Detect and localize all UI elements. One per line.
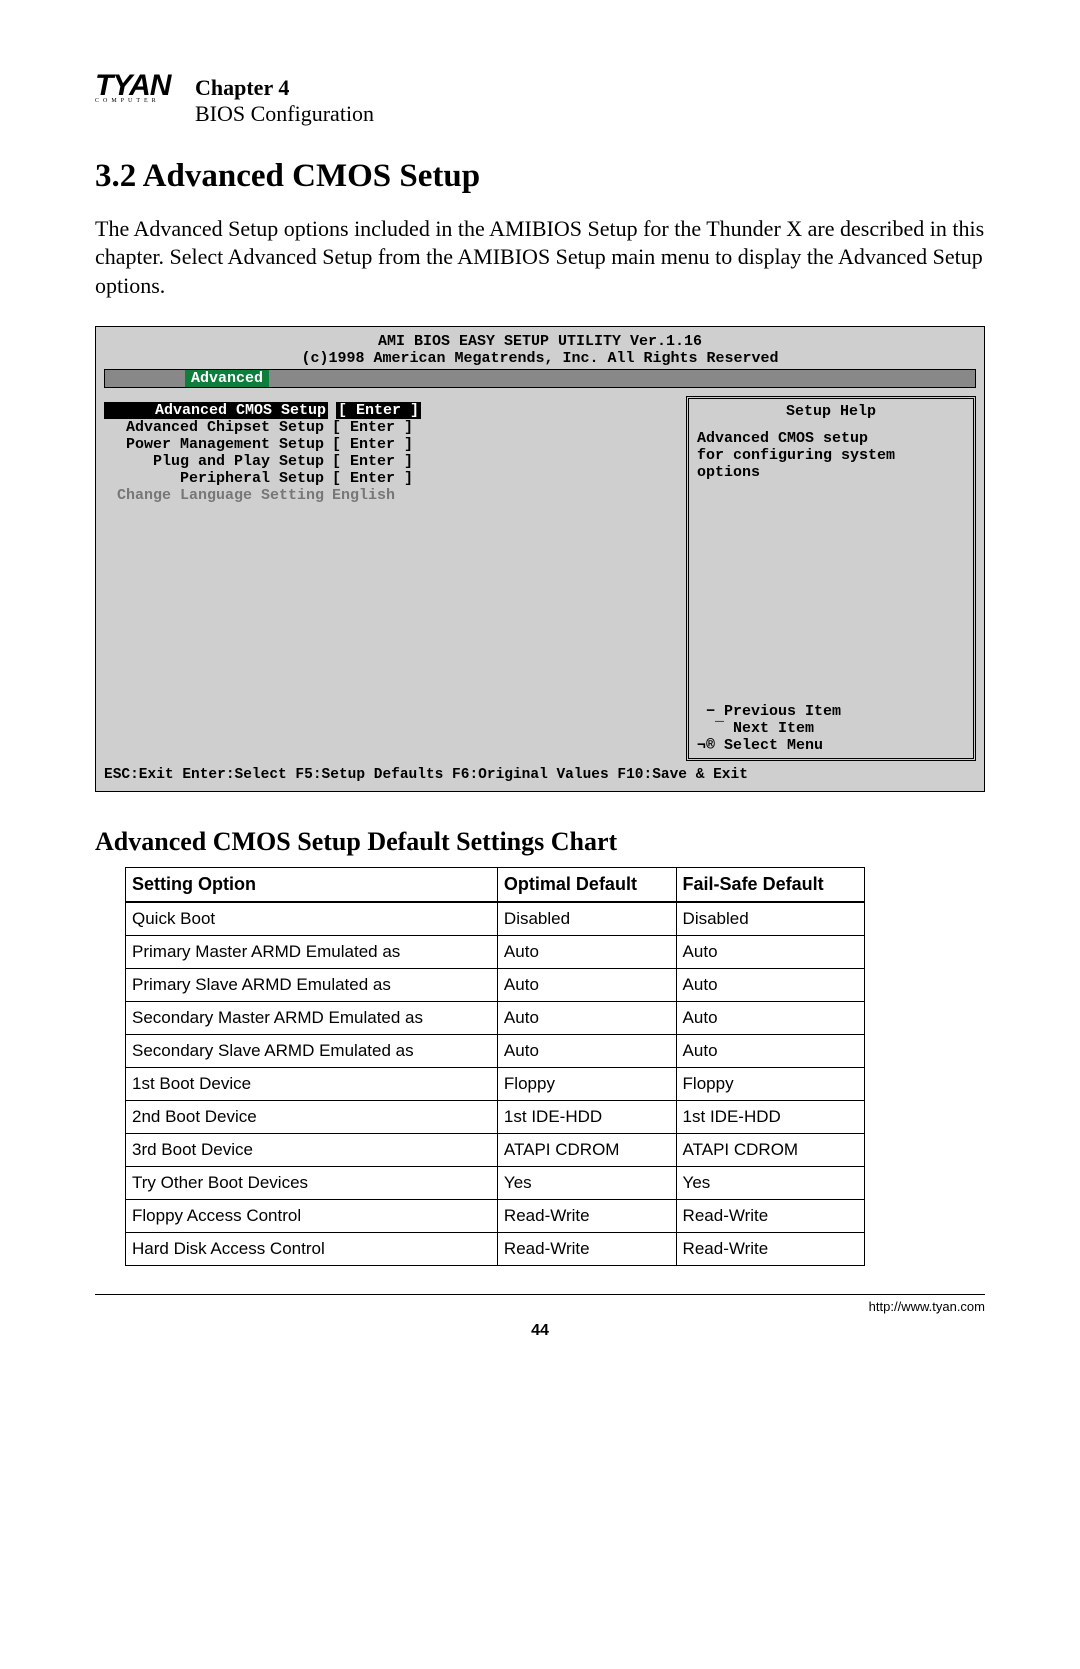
table-cell: Floppy Access Control xyxy=(126,1199,498,1232)
table-cell: Auto xyxy=(497,1001,676,1034)
footer-rule xyxy=(95,1294,985,1295)
bios-help-line: options xyxy=(697,464,965,481)
table-row: Secondary Slave ARMD Emulated asAutoAuto xyxy=(126,1034,865,1067)
bios-menu-item[interactable]: Advanced CMOS Setup [ Enter ] xyxy=(104,402,676,419)
table-cell: 2nd Boot Device xyxy=(126,1100,498,1133)
table-row: Floppy Access ControlRead-WriteRead-Writ… xyxy=(126,1199,865,1232)
table-cell: Auto xyxy=(497,1034,676,1067)
table-row: Try Other Boot DevicesYesYes xyxy=(126,1166,865,1199)
bios-menu-value: [ Enter ] xyxy=(332,436,413,453)
tyan-logo: TYAN COMPUTER xyxy=(95,75,185,104)
settings-table: Setting OptionOptimal DefaultFail-Safe D… xyxy=(125,867,865,1266)
logo-subtext: COMPUTER xyxy=(95,98,185,104)
table-cell: Secondary Slave ARMD Emulated as xyxy=(126,1034,498,1067)
bios-help-nav: − Previous Item ¯ Next Item¬® Select Men… xyxy=(697,703,965,754)
table-title: Advanced CMOS Setup Default Settings Cha… xyxy=(95,827,985,857)
table-cell: Auto xyxy=(676,1001,864,1034)
table-cell: Yes xyxy=(497,1166,676,1199)
table-row: Primary Master ARMD Emulated asAutoAuto xyxy=(126,935,865,968)
bios-menu-list: Advanced CMOS Setup[ Enter ]Advanced Chi… xyxy=(104,396,676,761)
table-cell: Read-Write xyxy=(676,1232,864,1265)
table-cell: Auto xyxy=(676,968,864,1001)
table-header-cell: Optimal Default xyxy=(497,867,676,902)
bios-title-line2: (c)1998 American Megatrends, Inc. All Ri… xyxy=(104,350,976,367)
table-header-cell: Setting Option xyxy=(126,867,498,902)
table-cell: Disabled xyxy=(676,902,864,936)
table-cell: Secondary Master ARMD Emulated as xyxy=(126,1001,498,1034)
bios-help-panel: Setup Help Advanced CMOS setupfor config… xyxy=(686,396,976,761)
bios-menu-value: English xyxy=(332,487,395,504)
table-cell: Try Other Boot Devices xyxy=(126,1166,498,1199)
bios-menu-label: Power Management Setup xyxy=(104,436,324,453)
bios-help-line: Advanced CMOS setup xyxy=(697,430,965,447)
table-cell: Read-Write xyxy=(497,1199,676,1232)
chapter-title: Chapter 4 xyxy=(195,75,374,101)
table-cell: Auto xyxy=(497,935,676,968)
bios-menu-value: [ Enter ] xyxy=(332,419,413,436)
bios-menu-value: [ Enter ] xyxy=(336,402,421,419)
table-cell: Hard Disk Access Control xyxy=(126,1232,498,1265)
table-cell: Floppy xyxy=(676,1067,864,1100)
table-cell: Read-Write xyxy=(676,1199,864,1232)
bios-title-line1: AMI BIOS EASY SETUP UTILITY Ver.1.16 xyxy=(104,333,976,350)
table-header-cell: Fail-Safe Default xyxy=(676,867,864,902)
logo-text: TYAN xyxy=(95,75,185,96)
bios-menu-label: Advanced Chipset Setup xyxy=(104,419,324,436)
chapter-subtitle: BIOS Configuration xyxy=(195,101,374,127)
table-row: Hard Disk Access ControlRead-WriteRead-W… xyxy=(126,1232,865,1265)
table-row: 3rd Boot DeviceATAPI CDROMATAPI CDROM xyxy=(126,1133,865,1166)
table-cell: Floppy xyxy=(497,1067,676,1100)
table-cell: Disabled xyxy=(497,902,676,936)
table-cell: ATAPI CDROM xyxy=(497,1133,676,1166)
bios-menu-label: Peripheral Setup xyxy=(104,470,324,487)
section-title: 3.2 Advanced CMOS Setup xyxy=(95,158,985,195)
bios-help-line: for configuring system xyxy=(697,447,965,464)
page-header: TYAN COMPUTER Chapter 4 BIOS Configurati… xyxy=(95,75,985,128)
table-cell: Primary Slave ARMD Emulated as xyxy=(126,968,498,1001)
table-cell: Quick Boot xyxy=(126,902,498,936)
table-cell: 1st IDE-HDD xyxy=(497,1100,676,1133)
table-row: Primary Slave ARMD Emulated asAutoAuto xyxy=(126,968,865,1001)
footer-url: http://www.tyan.com xyxy=(95,1299,985,1314)
bios-menu-label: Advanced CMOS Setup xyxy=(104,402,328,419)
table-row: 2nd Boot Device1st IDE-HDD1st IDE-HDD xyxy=(126,1100,865,1133)
table-row: Quick BootDisabledDisabled xyxy=(126,902,865,936)
bios-menu-value: [ Enter ] xyxy=(332,453,413,470)
bios-menu-item[interactable]: Change Language Setting English xyxy=(104,487,676,504)
bios-menu-item[interactable]: Power Management Setup [ Enter ] xyxy=(104,436,676,453)
table-cell: ATAPI CDROM xyxy=(676,1133,864,1166)
bios-screen: AMI BIOS EASY SETUP UTILITY Ver.1.16 (c)… xyxy=(95,326,985,792)
bios-help-nav-line: − Previous Item xyxy=(697,703,965,720)
bios-tab-bar: Advanced xyxy=(104,369,976,388)
table-row: 1st Boot DeviceFloppyFloppy xyxy=(126,1067,865,1100)
intro-paragraph: The Advanced Setup options included in t… xyxy=(95,215,985,301)
bios-help-title: Setup Help xyxy=(697,403,965,420)
bios-help-nav-line: ¬® Select Menu xyxy=(697,737,965,754)
bios-menu-item[interactable]: Peripheral Setup [ Enter ] xyxy=(104,470,676,487)
table-cell: Primary Master ARMD Emulated as xyxy=(126,935,498,968)
bios-tab-advanced[interactable]: Advanced xyxy=(185,370,269,387)
table-cell: Read-Write xyxy=(497,1232,676,1265)
bios-footer-keys: ESC:Exit Enter:Select F5:Setup Defaults … xyxy=(104,767,976,783)
table-cell: Auto xyxy=(676,1034,864,1067)
table-cell: 3rd Boot Device xyxy=(126,1133,498,1166)
table-cell: 1st IDE-HDD xyxy=(676,1100,864,1133)
bios-menu-value: [ Enter ] xyxy=(332,470,413,487)
bios-menu-label: Plug and Play Setup xyxy=(104,453,324,470)
bios-menu-item[interactable]: Plug and Play Setup [ Enter ] xyxy=(104,453,676,470)
page-number: 44 xyxy=(95,1322,985,1340)
table-cell: 1st Boot Device xyxy=(126,1067,498,1100)
bios-menu-item[interactable]: Advanced Chipset Setup [ Enter ] xyxy=(104,419,676,436)
bios-menu-label: Change Language Setting xyxy=(104,487,324,504)
chapter-block: Chapter 4 BIOS Configuration xyxy=(195,75,374,128)
table-row: Secondary Master ARMD Emulated asAutoAut… xyxy=(126,1001,865,1034)
bios-help-nav-line: ¯ Next Item xyxy=(697,720,965,737)
table-cell: Auto xyxy=(497,968,676,1001)
table-cell: Auto xyxy=(676,935,864,968)
table-cell: Yes xyxy=(676,1166,864,1199)
